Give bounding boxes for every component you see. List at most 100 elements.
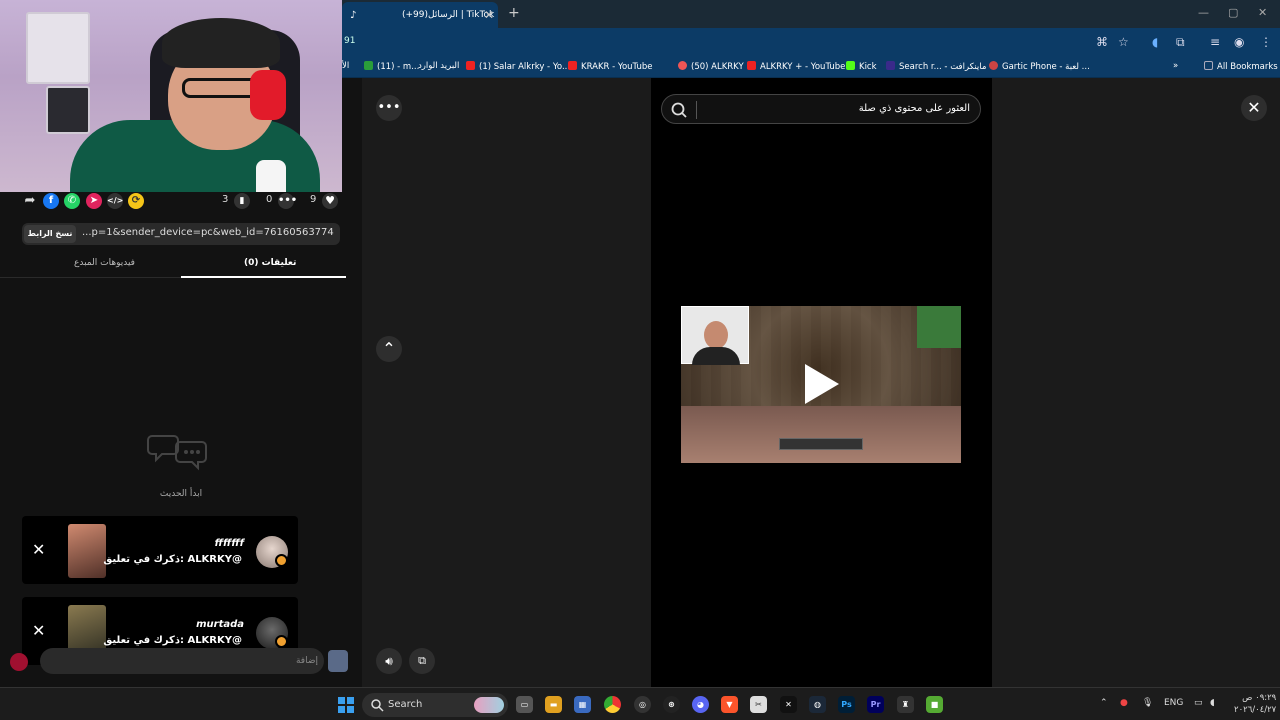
browser-tabbar: ♪ (+99)الرسائل | TikTok ✕ + — ▢ ✕ [342, 0, 1280, 28]
search-icon[interactable] [670, 101, 688, 119]
close-icon[interactable]: ✕ [32, 540, 45, 559]
task-view-icon[interactable]: ▭ [516, 696, 533, 713]
telegram-icon[interactable]: ➤ [86, 193, 102, 209]
comment-icon[interactable]: ••• [278, 193, 297, 209]
address-bar[interactable]: 91 [344, 36, 355, 46]
badge-icon [275, 554, 288, 567]
network-icon[interactable]: ▭ [1194, 698, 1203, 708]
notification-message: ذكرك في تعليق: ALKRKY@ [103, 554, 242, 565]
steam-icon[interactable]: ◍ [809, 696, 826, 713]
youtube-icon [747, 61, 756, 70]
maximize-icon[interactable]: ▢ [1228, 6, 1238, 19]
search-input[interactable]: العثور على محتوى ذي صلة [859, 103, 970, 114]
brave-icon[interactable]: ▼ [721, 696, 738, 713]
forward-icon[interactable]: ➦ [22, 193, 38, 209]
facebook-icon[interactable]: f [43, 193, 59, 209]
clock[interactable]: ٠٩:٢٩ ص ٢٠٢٦/٠٤/٢٧ [1234, 692, 1276, 716]
bookmark-item[interactable]: KRAKR - YouTube [568, 61, 652, 72]
bookmark-item[interactable]: Search r... - ماينكرافت [886, 61, 986, 72]
video-floor [681, 406, 961, 463]
user-avatar[interactable] [328, 650, 348, 672]
premiere-icon[interactable]: Pr [867, 696, 884, 713]
wall-plaque [26, 12, 90, 84]
obs-icon[interactable]: ◎ [634, 696, 651, 713]
search-site-icon [886, 61, 895, 70]
repost-icon[interactable]: ⟳ [128, 193, 144, 209]
wall-plaque [46, 86, 90, 134]
headphones [250, 70, 286, 120]
tab-comments[interactable]: تعليقات (0) [244, 258, 296, 268]
translate-icon[interactable]: ⌘ [1096, 35, 1108, 49]
video-thumbnail[interactable] [68, 524, 106, 578]
bookmark-item[interactable]: (1) Salar Alkrky - Yo... [466, 61, 570, 72]
whatsapp-icon[interactable]: ✆ [64, 193, 80, 209]
share-link-box: نسخ الرابط ...p=1&sender_device=pc&web_i… [22, 223, 340, 245]
windows-taskbar: Search ▭ ▬ ▦ ◎ ⊛ ◕ ▼ ✂ ✕ ◍ Ps Pr ♜ ■ ⌃ ●… [0, 687, 1280, 720]
browser-tab-tiktok[interactable]: ♪ (+99)الرسائل | TikTok ✕ [342, 2, 498, 28]
mention-notification[interactable]: ✕ fffffff ذكرك في تعليق: ALKRKY@ [22, 516, 298, 584]
menu-icon[interactable]: ⋮ [1260, 35, 1272, 49]
store-icon[interactable]: ▦ [574, 696, 591, 713]
speaker-icon[interactable]: ◖ [1210, 698, 1215, 708]
bookmarks-overflow-icon[interactable]: » [1173, 61, 1178, 71]
bookmark-icon[interactable]: ▮ [234, 193, 250, 209]
file-explorer-icon[interactable]: ▬ [545, 696, 562, 713]
picture-in-picture-button[interactable]: ⧉ [409, 648, 435, 674]
snipping-tool-icon[interactable]: ✂ [750, 696, 767, 713]
folder-icon [1204, 61, 1213, 70]
play-icon[interactable] [805, 364, 839, 404]
tab-close-icon[interactable]: ✕ [484, 8, 494, 22]
steam-link-icon[interactable]: ⊛ [663, 696, 680, 713]
more-options-button[interactable]: ••• [376, 95, 402, 121]
embed-icon[interactable]: </> [107, 193, 123, 209]
close-icon[interactable]: ✕ [32, 621, 45, 640]
heart-icon[interactable]: ♥ [322, 193, 338, 209]
window-close-icon[interactable]: ✕ [1258, 6, 1267, 19]
copy-link-button[interactable]: نسخ الرابط [24, 225, 76, 243]
language-indicator[interactable]: ENG [1164, 698, 1183, 708]
read-aloud-icon[interactable]: ◖ [1152, 35, 1158, 49]
windows-start-icon[interactable] [338, 697, 354, 713]
tray-app-icon[interactable]: ● [1120, 698, 1128, 708]
discord-icon[interactable]: ◕ [692, 696, 709, 713]
extensions-icon[interactable]: ⧉ [1176, 35, 1185, 50]
bookmark-item[interactable]: Gartic Phone - لعبة ... [989, 61, 1090, 72]
volume-button[interactable]: 🔊︎ [376, 648, 402, 674]
tab-creator-videos[interactable]: فيديوهات المبدع [74, 258, 135, 268]
active-tab-indicator [181, 276, 346, 278]
bookmark-item[interactable]: (50) ALKRKY [678, 61, 744, 72]
comment-input[interactable]: إضافة [40, 648, 324, 674]
browser-toolbar: 91 ⌘ ☆ ◖ ⧉ ≡ ◉ ⋮ [342, 28, 1280, 56]
capcut-icon[interactable]: ✕ [780, 696, 797, 713]
bookmark-item[interactable]: Kick [846, 61, 877, 72]
app-icon[interactable]: ♜ [897, 696, 914, 713]
bookmark-item[interactable]: ALKRKY + - YouTube [747, 61, 845, 72]
star-icon[interactable]: ☆ [1118, 35, 1129, 49]
photoshop-icon[interactable]: Ps [838, 696, 855, 713]
tray-overflow-icon[interactable]: ⌃ [1100, 698, 1108, 708]
share-link-text[interactable]: ...p=1&sender_device=pc&web_id=761605637… [82, 227, 334, 238]
all-bookmarks[interactable]: All Bookmarks [1204, 61, 1278, 72]
related-search-bar[interactable]: العثور على محتوى ذي صلة [661, 94, 981, 124]
search-divider [696, 101, 697, 119]
bookmark-item[interactable]: (11) - m... [364, 61, 419, 72]
new-tab-button[interactable]: + [508, 5, 520, 21]
clock-date: ٢٠٢٦/٠٤/٢٧ [1234, 705, 1277, 715]
video-facecam [681, 306, 749, 365]
empty-comments-text: ابدأ الحديث [159, 489, 203, 499]
bookmark-item[interactable]: الأ [342, 61, 349, 71]
profile-icon[interactable]: ◉ [1234, 35, 1244, 49]
taskbar-search[interactable]: Search [362, 693, 508, 717]
video-viewer: ••• ⌃ 🔊︎ ⧉ العثور على محتوى ذي صلة ✕ [362, 78, 1280, 687]
video-player[interactable] [681, 306, 961, 463]
minecraft-icon[interactable]: ■ [926, 696, 943, 713]
minimize-icon[interactable]: — [1198, 6, 1209, 19]
bookmark-item[interactable]: البريد الوارد [418, 61, 459, 71]
tab-search-icon[interactable]: ≡ [1210, 35, 1220, 49]
microphone-icon[interactable]: 🎙︎ [1142, 698, 1153, 708]
video-hotbar [779, 438, 863, 450]
close-viewer-button[interactable]: ✕ [1241, 95, 1267, 121]
chrome-icon[interactable] [604, 696, 621, 713]
record-indicator [10, 653, 28, 671]
previous-video-button[interactable]: ⌃ [376, 336, 402, 362]
